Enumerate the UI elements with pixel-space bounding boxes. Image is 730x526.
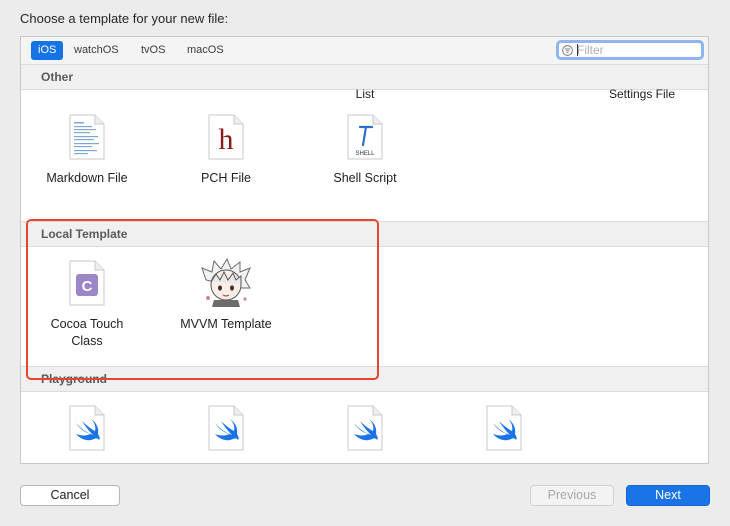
template-item-pch[interactable]: h PCH File xyxy=(156,114,296,187)
label-line: Class xyxy=(71,334,103,348)
swift-file-icon xyxy=(486,405,522,451)
shell-script-icon: SHELL xyxy=(347,114,383,160)
next-button[interactable]: Next xyxy=(626,485,710,506)
svg-text:SHELL: SHELL xyxy=(355,151,375,157)
template-item-playground[interactable] xyxy=(21,405,157,451)
previous-button[interactable]: Previous xyxy=(530,485,614,506)
filter-input[interactable] xyxy=(577,43,697,57)
section-header-playground: Playground xyxy=(21,366,708,392)
template-panel: iOS watchOS tvOS macOS Other List Settin… xyxy=(20,36,709,464)
template-item-label: MVVM Template xyxy=(180,317,272,331)
filter-field[interactable] xyxy=(556,40,704,60)
cocoa-touch-class-icon: C xyxy=(69,260,105,306)
platform-tab-watchos[interactable]: watchOS xyxy=(67,41,126,60)
markdown-file-icon xyxy=(69,114,105,160)
swift-file-icon xyxy=(69,405,105,451)
clipped-item-label-settings: Settings File xyxy=(608,87,676,101)
template-scroll-area[interactable]: Other List Settings File Markdown File h… xyxy=(21,64,708,463)
swift-file-icon xyxy=(208,405,244,451)
svg-text:h: h xyxy=(219,123,234,156)
label-line: Cocoa Touch xyxy=(50,317,124,331)
platform-tab-ios[interactable]: iOS xyxy=(31,41,64,60)
mvvm-avatar-icon xyxy=(200,258,252,308)
platform-bar: iOS watchOS tvOS macOS xyxy=(21,37,708,65)
template-item-label: PCH File xyxy=(200,171,251,185)
template-item-label: Markdown File xyxy=(46,171,128,185)
section-header-local-template: Local Template xyxy=(21,221,708,247)
template-item-label: Shell Script xyxy=(333,171,397,185)
svg-text:C: C xyxy=(82,278,93,295)
dialog-title: Choose a template for your new file: xyxy=(20,11,229,26)
filter-icon xyxy=(562,45,573,56)
pch-file-icon: h xyxy=(208,114,244,160)
template-item-playground[interactable] xyxy=(434,405,574,451)
template-item-markdown[interactable]: Markdown File xyxy=(21,114,157,187)
swift-file-icon xyxy=(347,405,383,451)
template-item-label: Cocoa Touch Class xyxy=(21,316,157,350)
template-item-cocoa-touch-class[interactable]: C Cocoa Touch Class xyxy=(21,260,157,350)
clipped-item-label-list: List xyxy=(355,87,375,101)
template-item-playground[interactable] xyxy=(156,405,296,451)
template-item-shell-script[interactable]: SHELL Shell Script xyxy=(295,114,435,187)
template-item-playground[interactable] xyxy=(295,405,435,451)
platform-tab-tvos[interactable]: tvOS xyxy=(134,41,172,60)
template-item-mvvm[interactable]: MVVM Template xyxy=(156,258,296,333)
cancel-button[interactable]: Cancel xyxy=(20,485,120,506)
platform-tab-macos[interactable]: macOS xyxy=(180,41,231,60)
